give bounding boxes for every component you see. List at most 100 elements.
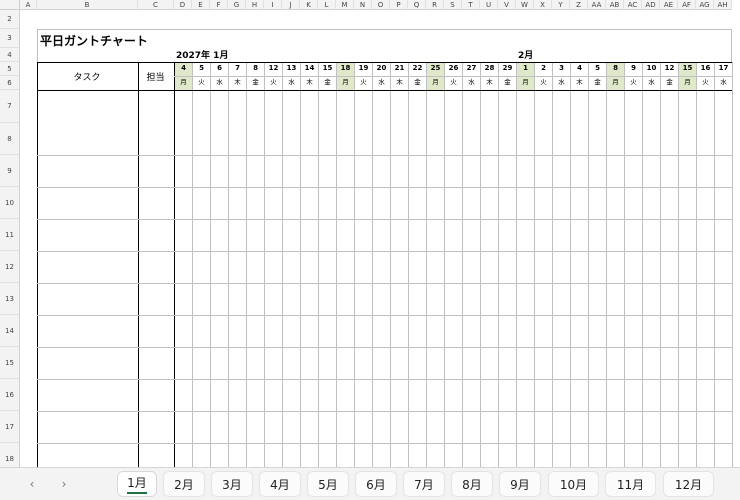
column-header-aa[interactable]: AA [588, 0, 606, 10]
row-header-3[interactable]: 3 [0, 29, 20, 48]
weekday-cell[interactable]: 木 [301, 77, 318, 90]
weekday-cell[interactable]: 水 [463, 77, 480, 90]
weekday-cell[interactable]: 金 [247, 77, 264, 90]
sheet-tab-6[interactable]: 6月 [355, 471, 397, 497]
weekday-cell[interactable]: 火 [535, 77, 552, 90]
column-header-y[interactable]: Y [552, 0, 570, 10]
day-number-cell[interactable]: 20 [373, 63, 390, 76]
prev-sheet-icon[interactable]: ‹ [25, 476, 39, 492]
weekday-cell[interactable]: 木 [391, 77, 408, 90]
column-header-n[interactable]: N [354, 0, 372, 10]
weekday-cell[interactable]: 火 [445, 77, 462, 90]
day-number-cell[interactable]: 15 [679, 63, 696, 76]
row-header-11[interactable]: 11 [0, 219, 20, 251]
weekday-cell[interactable]: 火 [265, 77, 282, 90]
weekday-cell[interactable]: 月 [679, 77, 696, 90]
column-header-b[interactable]: B [37, 0, 138, 10]
weekday-cell[interactable]: 月 [517, 77, 534, 90]
column-header-ag[interactable]: AG [696, 0, 714, 10]
column-header-s[interactable]: S [444, 0, 462, 10]
column-header-af[interactable]: AF [678, 0, 696, 10]
day-number-cell[interactable]: 14 [301, 63, 318, 76]
column-header-r[interactable]: R [426, 0, 444, 10]
column-header-e[interactable]: E [192, 0, 210, 10]
day-number-cell[interactable]: 27 [463, 63, 480, 76]
column-header-o[interactable]: O [372, 0, 390, 10]
column-header-a[interactable]: A [20, 0, 37, 10]
row-header-18[interactable]: 18 [0, 443, 20, 467]
sheet-tab-5[interactable]: 5月 [307, 471, 349, 497]
day-number-cell[interactable]: 3 [553, 63, 570, 76]
row-header-13[interactable]: 13 [0, 283, 20, 315]
column-header-g[interactable]: G [228, 0, 246, 10]
weekday-cell[interactable]: 水 [283, 77, 300, 90]
sheet-tab-1[interactable]: 1月 [117, 471, 157, 497]
sheet-tab-7[interactable]: 7月 [403, 471, 445, 497]
day-number-cell[interactable]: 13 [283, 63, 300, 76]
row-header-2[interactable]: 2 [0, 10, 20, 29]
sheet-tab-10[interactable]: 10月 [548, 471, 599, 497]
row-header-9[interactable]: 9 [0, 155, 20, 187]
day-number-cell[interactable]: 25 [427, 63, 444, 76]
weekday-cell[interactable]: 月 [607, 77, 624, 90]
sheet-tab-3[interactable]: 3月 [211, 471, 253, 497]
column-header-x[interactable]: X [534, 0, 552, 10]
column-header-p[interactable]: P [390, 0, 408, 10]
column-header-l[interactable]: L [318, 0, 336, 10]
spreadsheet-grid[interactable]: A B C D E F G H I J K L M N O P Q R S T U V W X Y Z AA AB AC AD AE AF AG… [0, 0, 740, 467]
day-number-cell[interactable]: 26 [445, 63, 462, 76]
weekday-cell[interactable]: 水 [715, 77, 732, 90]
day-number-cell[interactable]: 16 [697, 63, 714, 76]
column-header-v[interactable]: V [498, 0, 516, 10]
row-header-5[interactable]: 5 [0, 62, 20, 76]
sheet-tab-12[interactable]: 12月 [663, 471, 714, 497]
day-number-cell[interactable]: 12 [661, 63, 678, 76]
column-header-ab[interactable]: AB [606, 0, 624, 10]
row-header-16[interactable]: 16 [0, 379, 20, 411]
weekday-cell[interactable]: 月 [427, 77, 444, 90]
weekday-cell[interactable]: 水 [553, 77, 570, 90]
column-header-ac[interactable]: AC [624, 0, 642, 10]
sheet-tab-9[interactable]: 9月 [499, 471, 541, 497]
column-header-u[interactable]: U [480, 0, 498, 10]
day-number-cell[interactable]: 8 [247, 63, 264, 76]
weekday-cell[interactable]: 水 [373, 77, 390, 90]
day-number-cell[interactable]: 21 [391, 63, 408, 76]
weekday-cell[interactable]: 火 [193, 77, 210, 90]
weekday-cell[interactable]: 金 [319, 77, 336, 90]
weekday-cell[interactable]: 火 [697, 77, 714, 90]
weekday-cell[interactable]: 金 [661, 77, 678, 90]
day-number-cell[interactable]: 12 [265, 63, 282, 76]
day-number-cell[interactable]: 1 [517, 63, 534, 76]
weekday-cell[interactable]: 木 [571, 77, 588, 90]
day-number-cell[interactable]: 22 [409, 63, 426, 76]
column-header-ah[interactable]: AH [714, 0, 732, 10]
day-number-cell[interactable]: 15 [319, 63, 336, 76]
day-number-cell[interactable]: 8 [607, 63, 624, 76]
day-number-cell[interactable]: 17 [715, 63, 732, 76]
day-number-cell[interactable]: 2 [535, 63, 552, 76]
column-header-w[interactable]: W [516, 0, 534, 10]
day-number-cell[interactable]: 5 [193, 63, 210, 76]
day-number-cell[interactable]: 28 [481, 63, 498, 76]
day-number-cell[interactable]: 29 [499, 63, 516, 76]
row-header-8[interactable]: 8 [0, 123, 20, 155]
column-header-z[interactable]: Z [570, 0, 588, 10]
column-header-q[interactable]: Q [408, 0, 426, 10]
weekday-cell[interactable]: 水 [643, 77, 660, 90]
day-number-cell[interactable]: 7 [229, 63, 246, 76]
day-number-cell[interactable]: 5 [589, 63, 606, 76]
weekday-cell[interactable]: 火 [355, 77, 372, 90]
weekday-cell[interactable]: 水 [211, 77, 228, 90]
day-number-cell[interactable]: 19 [355, 63, 372, 76]
weekday-cell[interactable]: 木 [229, 77, 246, 90]
weekday-cell[interactable]: 金 [589, 77, 606, 90]
sheet-tab-8[interactable]: 8月 [451, 471, 493, 497]
next-sheet-icon[interactable]: › [57, 476, 71, 492]
weekday-cell[interactable]: 木 [481, 77, 498, 90]
column-header-i[interactable]: I [264, 0, 282, 10]
row-header-4[interactable]: 4 [0, 48, 20, 62]
row-header-7[interactable]: 7 [0, 90, 20, 123]
sheet-tab-11[interactable]: 11月 [605, 471, 656, 497]
row-header-17[interactable]: 17 [0, 411, 20, 443]
